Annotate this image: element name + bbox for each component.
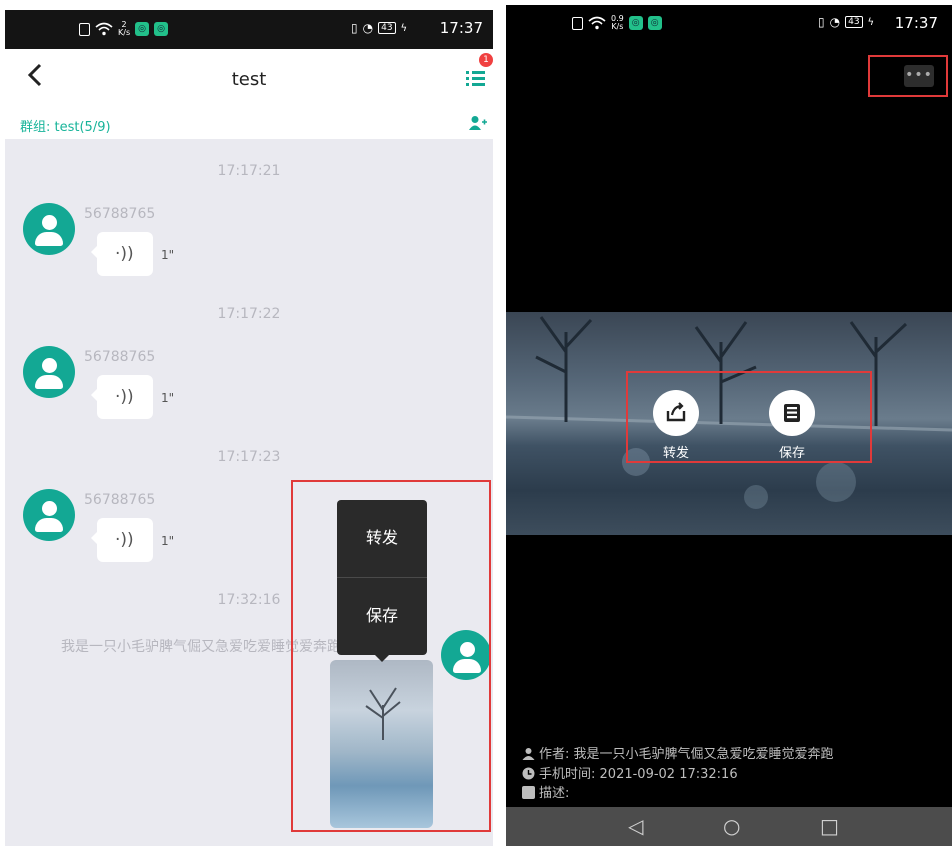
nav-home-button[interactable]: ○: [723, 815, 740, 837]
message-timestamp: 17:17:21: [217, 163, 281, 179]
voice-message-bubble[interactable]: ·)): [91, 375, 153, 419]
add-member-button[interactable]: [469, 115, 487, 131]
voice-icon: ·)): [115, 530, 134, 550]
sender-name: 56788765: [84, 206, 156, 222]
highlight-box: [291, 480, 491, 832]
speedometer-icon: ◔: [362, 21, 374, 35]
group-label: 群组: test(5/9): [20, 120, 111, 135]
time-label: 手机时间:: [539, 767, 596, 782]
battery-icon: 43: [845, 16, 863, 28]
list-menu-icon: [466, 71, 485, 86]
add-member-icon: [469, 116, 487, 130]
nav-recents-button[interactable]: □: [820, 815, 839, 837]
vibrate-icon: ▯: [351, 21, 358, 35]
voice-message-bubble[interactable]: ·)): [91, 232, 153, 276]
network-speed: 2 K/s: [118, 20, 131, 37]
chat-screen: 2 K/s ◎ ◎ ▯ ◔ 43 ϟ 17:37 test 1 群组: test…: [5, 10, 493, 846]
status-bar: 0.9 K/s ◎ ◎ ▯ ◔ 43 ϟ 17:37: [506, 5, 952, 39]
author-value: 我是一只小毛驴脾气倔又急爱吃爱睡觉爱奔跑: [573, 747, 834, 762]
status-left-icons: 2 K/s ◎ ◎: [79, 20, 169, 37]
sender-name: 56788765: [84, 349, 156, 365]
sim-icon: [572, 16, 583, 30]
status-right-icons: ▯ ◔ 43 ϟ: [351, 21, 407, 35]
description-label: 描述:: [539, 786, 570, 801]
voice-duration: 1": [161, 534, 175, 548]
clock: 17:37: [439, 19, 483, 37]
clock: 17:37: [894, 14, 938, 32]
sim-icon: [79, 22, 90, 36]
nav-bar: test 1: [5, 49, 493, 109]
status-left-icons: 0.9 K/s ◎ ◎: [572, 15, 662, 31]
app-notification-icon: ◎: [154, 22, 169, 36]
status-bar: 2 K/s ◎ ◎ ▯ ◔ 43 ϟ 17:37: [5, 10, 493, 49]
system-nav-bar: ◁ ○ □: [506, 807, 952, 846]
status-right-icons: ▯ ◔ 43 ϟ: [818, 15, 874, 29]
time-value: 2021-09-02 17:32:16: [599, 767, 738, 782]
voice-icon: ·)): [115, 387, 134, 407]
charging-icon: ϟ: [867, 16, 875, 28]
person-icon: [522, 748, 535, 760]
app-notification-icon: ◎: [135, 22, 150, 36]
highlight-box: [626, 371, 872, 463]
voice-message-bubble[interactable]: ·)): [91, 518, 153, 562]
message-timestamp: 17:17:23: [217, 449, 281, 465]
chat-menu-button[interactable]: [465, 67, 487, 89]
sender-name: 56788765: [84, 492, 156, 508]
author-label: 作者:: [539, 747, 570, 762]
app-notification-icon: ◎: [628, 16, 643, 30]
speedometer-icon: ◔: [829, 15, 841, 29]
vibrate-icon: ▯: [818, 15, 825, 29]
user-avatar-icon[interactable]: [23, 203, 75, 255]
battery-icon: 43: [378, 22, 396, 34]
wifi-icon: [588, 16, 606, 30]
author-row: 作者: 我是一只小毛驴脾气倔又急爱吃爱睡觉爱奔跑: [522, 743, 834, 762]
notification-badge: 1: [479, 53, 493, 67]
highlight-box: [868, 55, 948, 97]
user-avatar-icon[interactable]: [23, 489, 75, 541]
voice-icon: ·)): [115, 244, 134, 264]
charging-icon: ϟ: [400, 22, 408, 34]
message-timestamp: 17:17:22: [217, 306, 281, 322]
wifi-icon: [95, 22, 113, 36]
description-row: 描述:: [522, 782, 569, 801]
clock-icon: [522, 767, 535, 780]
document-icon: [522, 786, 535, 799]
image-viewer-screen: 0.9 K/s ◎ ◎ ▯ ◔ 43 ϟ 17:37 ••• 转发 保存 作者:…: [506, 5, 952, 846]
voice-duration: 1": [161, 391, 175, 405]
group-info-bar: 群组: test(5/9): [5, 109, 493, 139]
user-avatar-icon[interactable]: [23, 346, 75, 398]
page-title: test: [231, 69, 267, 90]
network-speed: 0.9 K/s: [611, 14, 624, 31]
app-notification-icon: ◎: [647, 16, 662, 30]
time-row: 手机时间: 2021-09-02 17:32:16: [522, 763, 738, 782]
nav-back-button[interactable]: ◁: [628, 815, 643, 837]
voice-duration: 1": [161, 248, 175, 262]
